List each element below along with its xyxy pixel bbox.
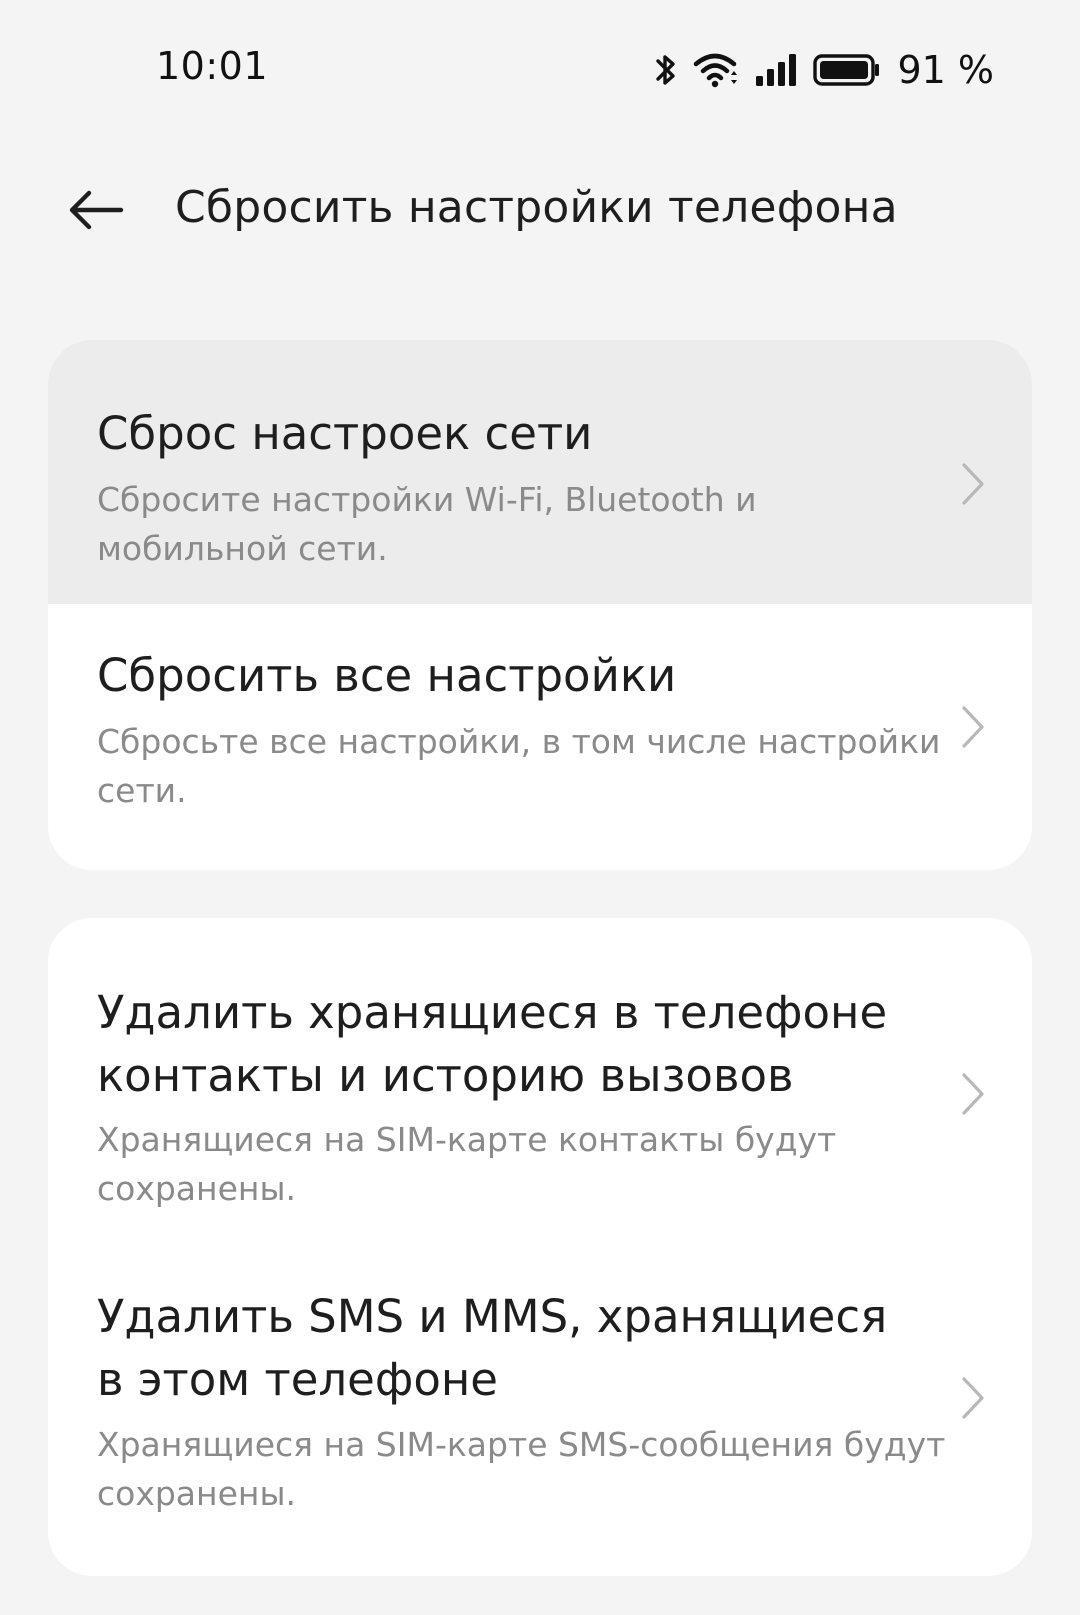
status-time: 10:01 <box>156 44 269 88</box>
list-item-delete-sms-mms[interactable]: Удалить SMS и MMS, хранящиеся в этом тел… <box>48 1220 1032 1576</box>
item-title-line: в этом телефоне <box>97 1353 498 1406</box>
settings-group-erase-data: Удалить хранящиеся в телефоне контакты и… <box>48 918 1032 1576</box>
wifi-icon <box>693 50 741 90</box>
item-description-line: Хранящиеся на SIM-карте SMS-сообщения бу… <box>97 1425 946 1464</box>
item-description-line: Хранящиеся на SIM-карте контакты будут <box>97 1120 837 1159</box>
settings-group-network: Сброс настроек сети Сбросите настройки W… <box>48 340 1032 870</box>
status-bar: 10:01 91 % <box>0 0 1080 140</box>
item-title-line: Удалить хранящиеся в телефоне <box>97 986 888 1039</box>
arrow-left-icon <box>67 190 125 234</box>
chevron-right-icon <box>962 1377 984 1419</box>
signal-icon <box>755 50 799 90</box>
header: Сбросить настройки телефона <box>0 160 1080 264</box>
chevron-right-icon <box>962 1073 984 1115</box>
page-title: Сбросить настройки телефона <box>175 182 898 233</box>
item-description-line: сохранены. <box>97 1169 297 1208</box>
item-description-line: мобильной сети. <box>97 529 388 568</box>
status-icons: 91 % <box>653 48 994 92</box>
item-title-line: Удалить SMS и MMS, хранящиеся <box>97 1290 888 1343</box>
battery-percent: 91 % <box>897 48 994 92</box>
chevron-right-icon <box>962 706 984 748</box>
item-description-line: сети. <box>97 771 187 810</box>
item-title: Сброс настроек сети <box>97 407 593 460</box>
bluetooth-icon <box>653 50 679 90</box>
item-description-line: сохранены. <box>97 1474 297 1513</box>
item-title-line: контакты и историю вызовов <box>97 1049 794 1102</box>
item-description-line: Сбросьте все настройки, в том числе наст… <box>97 722 941 761</box>
item-title: Сбросить все настройки <box>97 649 677 702</box>
list-item-reset-all-settings[interactable]: Сбросить все настройки Сбросьте все наст… <box>48 604 1032 870</box>
list-item-reset-network[interactable]: Сброс настроек сети Сбросите настройки W… <box>48 340 1032 604</box>
battery-icon <box>813 50 881 90</box>
list-item-delete-contacts-call-history[interactable]: Удалить хранящиеся в телефоне контакты и… <box>48 918 1032 1220</box>
item-description-line: Сбросите настройки Wi-Fi, Bluetooth и <box>97 480 757 519</box>
chevron-right-icon <box>962 463 984 505</box>
back-button[interactable] <box>56 182 136 242</box>
